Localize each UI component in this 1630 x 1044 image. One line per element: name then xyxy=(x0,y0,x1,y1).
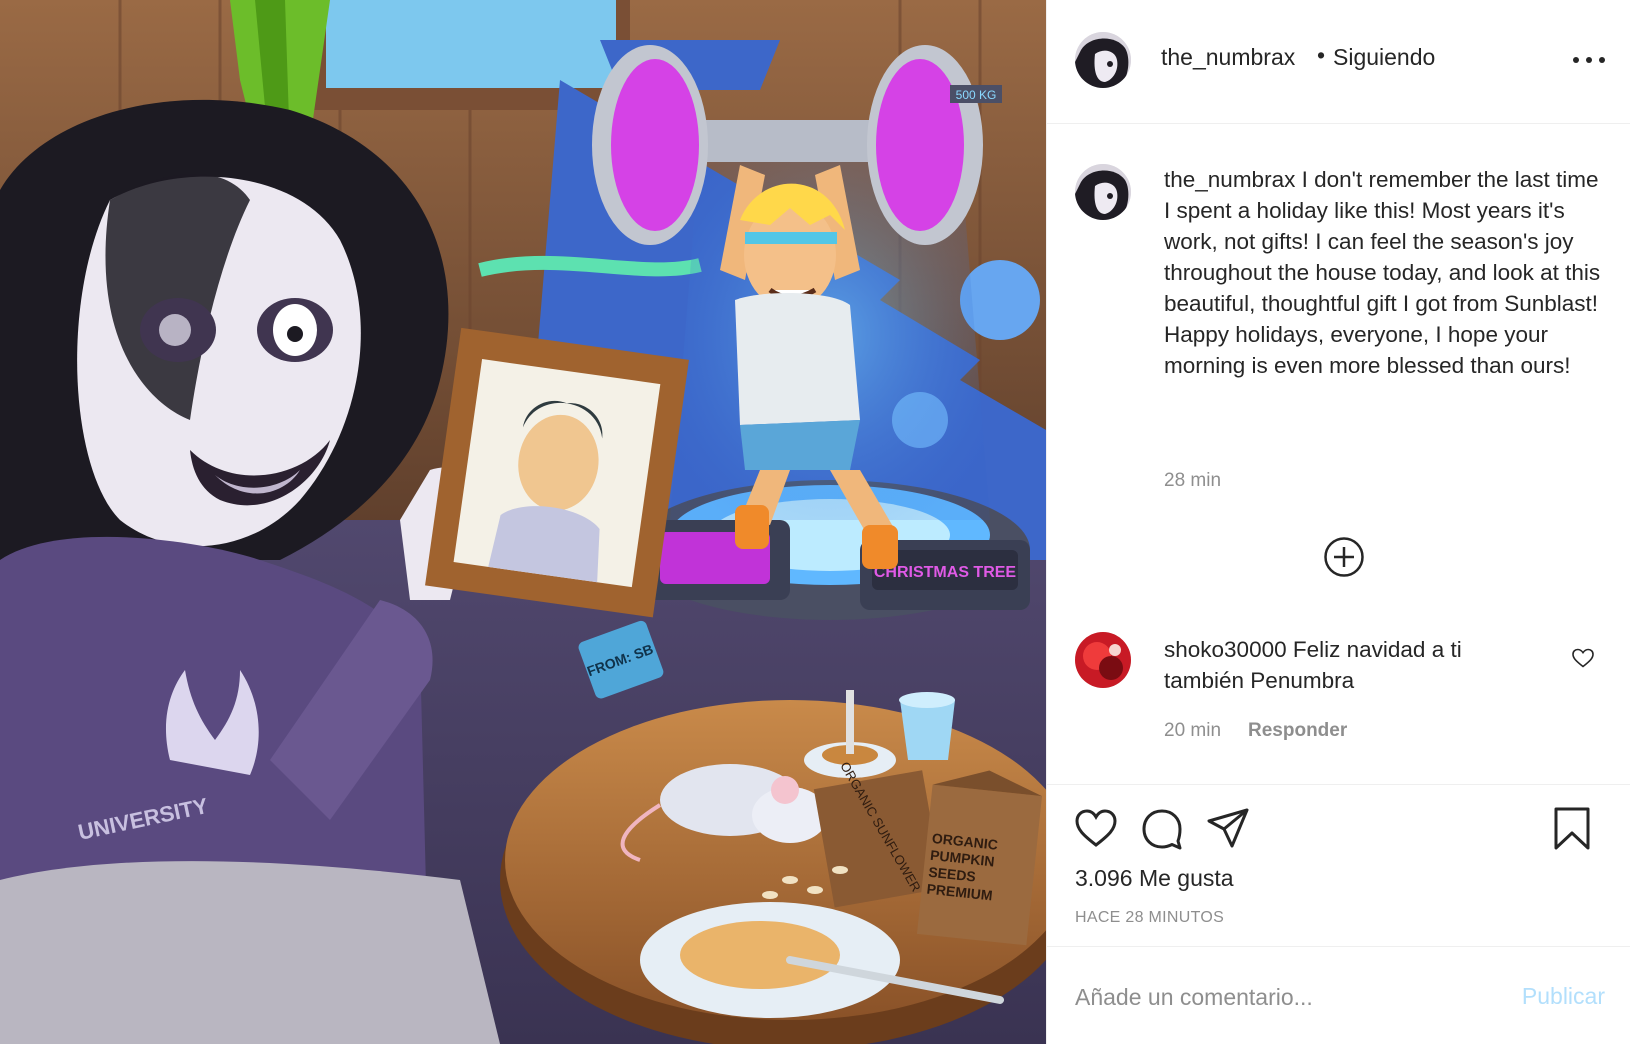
caption-timestamp: 28 min xyxy=(1164,470,1222,491)
post-header: the_numbrax • Siguiendo xyxy=(1047,0,1630,124)
comment-like-heart-icon[interactable] xyxy=(1571,646,1595,670)
caption-text: I don't remember the last time I spent a… xyxy=(1164,167,1601,378)
author-username-link[interactable]: the_numbrax xyxy=(1161,44,1295,71)
add-comment-bar: Publicar xyxy=(1047,946,1630,1044)
more-options-icon[interactable] xyxy=(1573,50,1605,70)
bag2-text: ORGANIC PUMPKIN SEEDS PREMIUM xyxy=(925,829,999,904)
comment: shoko30000 Feliz navidad a ti también Pe… xyxy=(1164,634,1534,696)
author-avatar-image xyxy=(1075,32,1131,88)
comment-username-link[interactable]: shoko30000 xyxy=(1164,637,1287,662)
caption-avatar-image xyxy=(1075,164,1131,220)
weight-label: 500 KG xyxy=(956,88,997,102)
following-button[interactable]: Siguiendo xyxy=(1333,44,1435,71)
comment-input[interactable] xyxy=(1075,977,1495,1017)
comment-timestamp: 20 min xyxy=(1164,720,1222,741)
caption-author-avatar[interactable] xyxy=(1075,164,1131,220)
like-heart-icon[interactable] xyxy=(1073,805,1119,851)
post-image[interactable]: CHRISTMAS TREE 500 KG UNIVERSITY FROM: S… xyxy=(0,0,1046,1044)
save-bookmark-icon[interactable] xyxy=(1549,805,1595,851)
post-side-panel: the_numbrax • Siguiendo the_numbrax I do… xyxy=(1046,0,1630,1044)
post-caption: the_numbrax I don't remember the last ti… xyxy=(1164,164,1604,381)
separator-dot: • xyxy=(1317,42,1326,68)
like-count[interactable]: 3.096 Me gusta xyxy=(1075,865,1234,892)
reply-button[interactable]: Responder xyxy=(1248,720,1347,742)
caption-username-link[interactable]: the_numbrax xyxy=(1164,167,1295,192)
dot-icon xyxy=(1586,57,1592,63)
dot-icon xyxy=(1573,57,1579,63)
post-actions: 3.096 Me gusta HACE 28 MINUTOS xyxy=(1047,784,1630,948)
commenter-avatar[interactable] xyxy=(1075,632,1131,688)
publish-button[interactable]: Publicar xyxy=(1522,983,1605,1010)
post-date[interactable]: HACE 28 MINUTOS xyxy=(1075,909,1224,927)
dot-icon xyxy=(1599,57,1605,63)
post-illustration: CHRISTMAS TREE 500 KG UNIVERSITY FROM: S… xyxy=(0,0,1046,1044)
author-avatar[interactable] xyxy=(1075,32,1131,88)
load-more-comments-icon[interactable] xyxy=(1323,536,1365,578)
share-send-icon[interactable] xyxy=(1205,805,1251,851)
comment-bubble-icon[interactable] xyxy=(1139,805,1185,851)
commenter-avatar-image xyxy=(1075,632,1131,688)
